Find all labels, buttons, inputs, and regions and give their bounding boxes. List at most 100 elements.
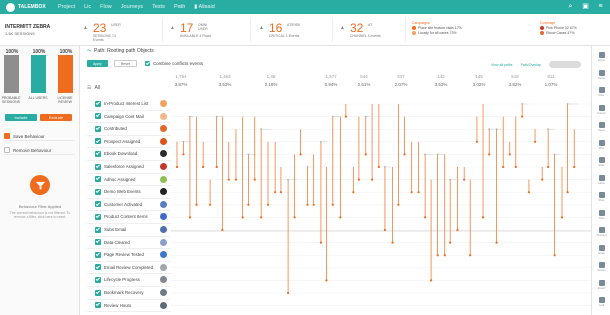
reset-label: Reset [120, 61, 130, 66]
path-node [541, 178, 544, 181]
row-checkbox[interactable] [95, 176, 101, 183]
row-checkbox[interactable] [95, 276, 101, 283]
rail-label: Filter [598, 94, 605, 97]
rail-item[interactable]: Funnel [594, 104, 609, 115]
row-checkbox[interactable] [95, 251, 101, 258]
row-label[interactable]: Salesforce Assigned [104, 163, 160, 170]
rail-item[interactable]: Journeys [594, 227, 609, 237]
path-node [339, 216, 342, 219]
column-percent: 2.07% [394, 82, 408, 87]
row-checkbox[interactable] [95, 302, 101, 309]
all-row[interactable]: ☰ All [87, 85, 100, 91]
row-label[interactable]: In-Product Interest List [104, 100, 160, 107]
bar-fill [31, 55, 46, 93]
coverage-ribbon[interactable]: Coverage Pink Phone 32 67% Elbow Cases 4… [540, 21, 577, 35]
row-checkbox[interactable] [95, 150, 101, 157]
path-node [195, 203, 198, 206]
toggle-pill[interactable] [549, 61, 581, 68]
row-label[interactable]: Review Hours [104, 302, 160, 309]
exclude-button[interactable]: Exclude [40, 114, 72, 121]
row-checkbox[interactable] [95, 289, 101, 296]
row-label[interactable]: Product Content Items [104, 213, 160, 220]
row-checkbox[interactable] [95, 226, 101, 233]
rail-item[interactable]: Chat [594, 139, 609, 150]
brand[interactable]: TALEMBOX [6, 2, 58, 12]
empty-state-title: Behaviour Filter Applied [18, 204, 62, 209]
row-checkbox[interactable] [95, 264, 101, 271]
rail-item[interactable]: Home [594, 52, 609, 62]
row-label[interactable]: Prospect Assigned [104, 138, 160, 145]
row-label[interactable]: Bookmark Recovery [104, 289, 160, 296]
column-header: 1,754 [175, 74, 187, 79]
row-checkbox[interactable] [95, 188, 101, 195]
row-checkbox[interactable] [95, 125, 101, 132]
row-label[interactable]: Lifecycle Progress [104, 276, 160, 283]
view-all-paths-link[interactable]: View all paths [491, 63, 513, 67]
path-overlap-link[interactable]: Path/Overlap [521, 63, 541, 67]
clock-icon [160, 301, 167, 309]
nav-item-tests[interactable]: Tests [152, 4, 165, 10]
rail-item[interactable]: Lock [594, 297, 609, 307]
rail-label: Paths [598, 76, 605, 80]
menu-icon[interactable]: ≡ [597, 3, 604, 10]
row-checkbox[interactable] [95, 163, 101, 170]
users-bar[interactable] [31, 55, 46, 93]
rail-item[interactable]: Export [594, 279, 609, 290]
rail-item[interactable]: Flow [594, 192, 609, 202]
path-node [209, 203, 212, 206]
nav-item-project[interactable]: Project [58, 4, 75, 10]
rail-item[interactable]: Paths [594, 69, 609, 80]
reset-button[interactable]: Reset [113, 60, 137, 67]
row-checkbox[interactable] [95, 239, 101, 246]
row-label[interactable]: Adhoc Assigned [104, 176, 160, 183]
nav-item-flow[interactable]: Flow [100, 4, 112, 10]
search-icon[interactable]: ⌕ [567, 3, 574, 10]
row-checkbox[interactable] [95, 213, 101, 220]
row-label[interactable]: Ebook Download [104, 150, 160, 157]
bookmark-icon[interactable]: ▣ [582, 3, 589, 10]
row-label[interactable]: Data Cleared [104, 239, 160, 246]
stats-icon [598, 157, 605, 163]
rail-item[interactable]: Stats [594, 157, 609, 167]
include-button[interactable]: Include [5, 114, 37, 121]
sessions-bar[interactable] [4, 55, 19, 93]
path-node [293, 216, 296, 219]
rail-item[interactable]: Goals [594, 244, 609, 255]
row-checkbox[interactable] [95, 100, 101, 107]
nav-user[interactable]: ▮ Alisaid [194, 4, 214, 10]
row-label[interactable]: Campaign Cont Mail [104, 113, 160, 120]
path-node [344, 115, 347, 118]
row-label[interactable]: Page Review Tested [104, 251, 160, 258]
remove-behaviour-item[interactable]: Remove Behaviour [4, 146, 74, 155]
nav-item-path[interactable]: Path [174, 4, 185, 10]
alerts-icon [598, 174, 605, 181]
campaigns-ribbon[interactable]: Campaigns Place site feature visits 17% … [412, 21, 462, 35]
row-label[interactable]: Contributed [104, 125, 160, 132]
home-icon [598, 52, 605, 58]
row-checkbox[interactable] [95, 113, 101, 120]
row-divider [87, 260, 171, 262]
rail-item[interactable]: Device [594, 262, 609, 272]
row-checkbox[interactable] [95, 201, 101, 208]
rail-item[interactable]: Tools [594, 209, 609, 220]
path-node [514, 165, 517, 169]
rail-item[interactable]: Filter [594, 87, 609, 97]
license-bar[interactable] [58, 55, 73, 93]
apply-button[interactable]: Apply [87, 60, 108, 67]
rail-label: Lock [598, 304, 605, 307]
lightbulb-icon [6, 2, 15, 12]
row-label[interactable]: Customer Activated [104, 201, 160, 208]
row-label[interactable]: Subs Email [104, 226, 160, 233]
rail-item[interactable]: Users [594, 122, 609, 132]
caret-up-icon: ▲ [259, 25, 264, 31]
combine-checkbox[interactable] [144, 61, 150, 66]
save-behaviour-item[interactable]: Save Behaviour [4, 132, 74, 141]
rail-item[interactable]: Alerts [594, 174, 609, 185]
nav-item-journeys[interactable]: Journeys [121, 4, 143, 10]
row-label[interactable]: Demo Web Events [104, 188, 160, 195]
path-node [449, 241, 452, 244]
row-label[interactable]: Email Review Completed [104, 264, 160, 271]
nav-item-lic[interactable]: Lic [84, 4, 91, 10]
drop-icon [160, 163, 167, 170]
row-checkbox[interactable] [95, 138, 101, 145]
